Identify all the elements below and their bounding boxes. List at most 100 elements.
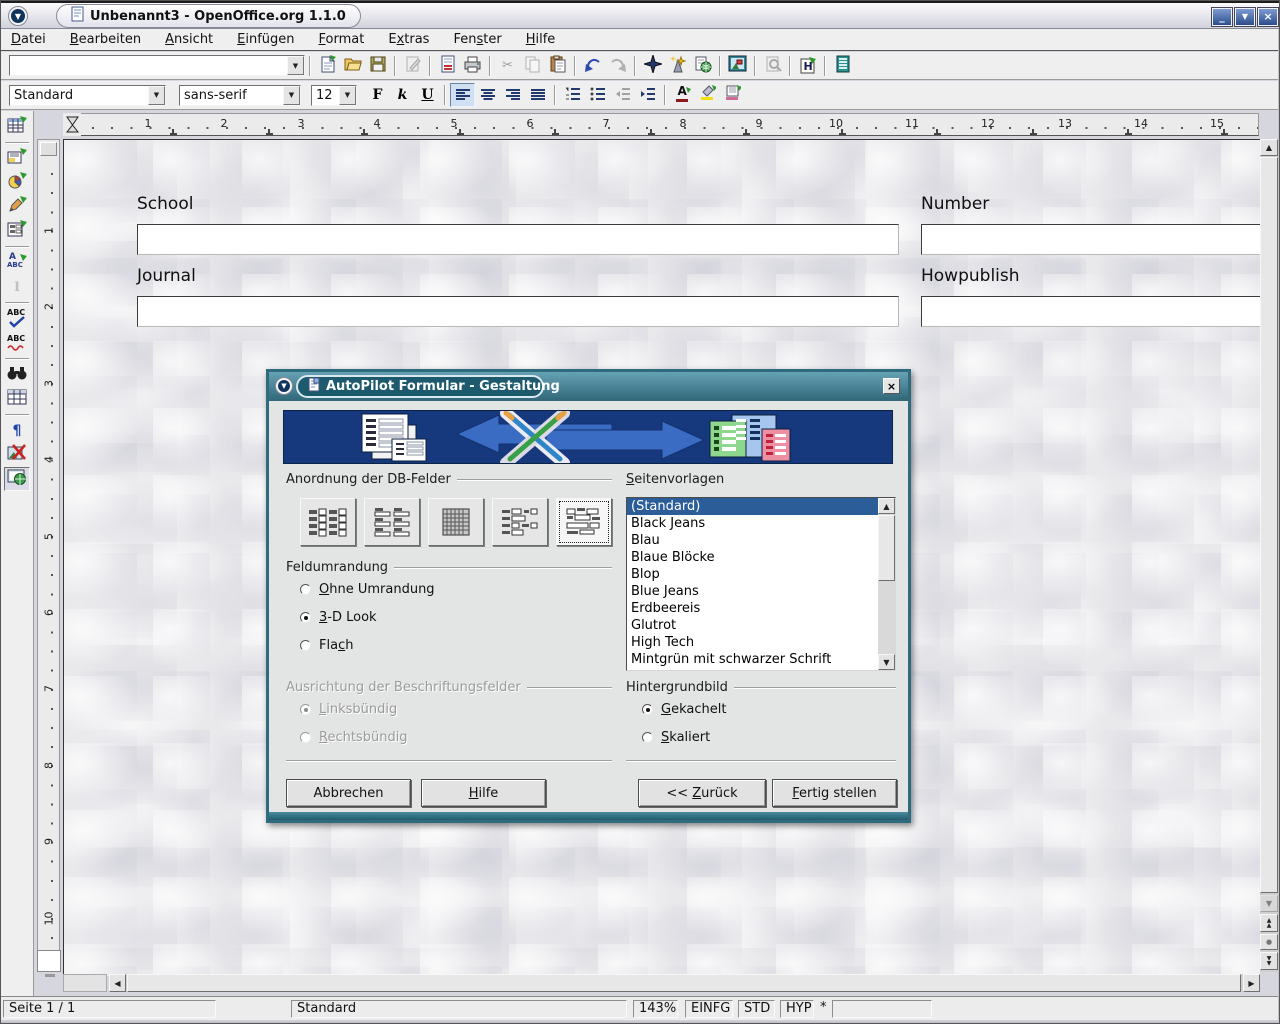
horizontal-ruler[interactable]: 1 2 3 4 5 6 7 8 9 10 11 12 13 14 15 [63, 113, 1259, 136]
gallery-button[interactable] [725, 54, 750, 78]
insert-table-button[interactable] [4, 115, 30, 139]
fertig-stellen-button[interactable]: Fertig stellen [772, 779, 897, 807]
size-dropdown-icon[interactable]: ▼ [339, 86, 356, 105]
list-item[interactable]: Blop [627, 566, 879, 583]
radio-flach[interactable]: Flach [300, 638, 353, 653]
status-zoom[interactable]: 143% [633, 1000, 678, 1018]
arrangement-option-columns-labels-top[interactable] [364, 498, 420, 546]
font-name-combobox[interactable]: sans-serif▼ [179, 85, 301, 106]
url-combobox[interactable]: ▼ [9, 55, 305, 76]
window-menu-button[interactable]: ▼ [8, 6, 28, 26]
nonprinting-characters-button[interactable]: ¶ [4, 419, 30, 443]
increase-indent-button[interactable] [635, 83, 660, 107]
vertical-scrollbar[interactable]: ▲ ▼ ▲▲ ● ▼▼ [1260, 139, 1278, 972]
font-color-button[interactable]: A [670, 83, 695, 107]
status-selection-mode[interactable]: STD [738, 1000, 775, 1018]
print-file-button[interactable] [460, 54, 485, 78]
images-on-off-button[interactable] [4, 443, 30, 467]
field-input-journal[interactable] [137, 296, 899, 327]
horizontal-scroll-thumb[interactable] [127, 974, 1241, 992]
menu-hilfe[interactable]: Hilfe [526, 32, 556, 47]
field-input-howpublish[interactable] [921, 296, 1280, 327]
list-scroll-up-button[interactable]: ▲ [878, 498, 895, 514]
hyperlink-dialog-button[interactable] [690, 54, 715, 78]
list-item[interactable]: Black Jeans [627, 515, 879, 532]
dialog-title-bar[interactable]: ▼ AutoPilot Formular - Gestaltung × [269, 372, 908, 401]
export-pdf-button[interactable] [435, 54, 460, 78]
menu-bearbeiten[interactable]: Bearbeiten [70, 32, 141, 47]
field-input-number[interactable] [921, 224, 1280, 255]
align-left-button[interactable] [450, 83, 475, 107]
align-right-button[interactable] [500, 83, 525, 107]
font-size-combobox[interactable]: 12▼ [311, 85, 357, 106]
field-input-school[interactable] [137, 224, 899, 255]
list-item[interactable]: High Tech [627, 634, 879, 651]
dialog-close-button[interactable]: × [883, 378, 900, 394]
menu-format[interactable]: Format [319, 32, 365, 47]
italic-button[interactable]: k [390, 83, 415, 107]
list-scrollbar[interactable]: ▲ ▼ [878, 498, 895, 670]
split-handle[interactable] [45, 974, 55, 977]
arrangement-option-rows-labels-left[interactable] [492, 498, 548, 546]
vertical-ruler[interactable]: 1 2 3 4 5 6 7 8 9 10 [37, 139, 60, 951]
url-dropdown-icon[interactable]: ▼ [287, 56, 304, 75]
find-replace-button[interactable] [4, 363, 30, 387]
minimize-button[interactable]: _ [1212, 8, 1232, 26]
navigator-button[interactable] [640, 54, 665, 78]
status-page-style[interactable]: Standard [291, 1000, 627, 1018]
online-layout-button[interactable] [4, 467, 30, 491]
insert-fields-button[interactable]: AABC [4, 251, 30, 275]
scroll-right-button[interactable]: ▶ [1243, 974, 1260, 992]
draw-functions-button[interactable] [4, 195, 30, 219]
data-sources-button[interactable] [830, 54, 855, 78]
page-styles-listbox[interactable]: (Standard) Black Jeans Blau Blaue Blöcke… [626, 497, 896, 671]
spellcheck-button[interactable]: ABC [4, 307, 30, 331]
cut-button[interactable]: ✂ [495, 54, 520, 78]
title-bar[interactable]: ▼ Unbenannt3 - OpenOffice.org 1.1.0 _ ▼ … [1, 1, 1280, 29]
list-item[interactable]: Glutrot [627, 617, 879, 634]
highlighting-button[interactable] [695, 83, 720, 107]
undo-button[interactable] [580, 54, 605, 78]
list-scroll-down-button[interactable]: ▼ [878, 654, 895, 670]
next-page-button[interactable]: ▼▼ [1260, 952, 1278, 970]
font-dropdown-icon[interactable]: ▼ [283, 86, 300, 105]
radio-skaliert[interactable]: Skaliert [642, 730, 710, 745]
menu-datei[interactable]: Datei [11, 32, 46, 47]
tab-stop-selector[interactable] [63, 113, 81, 136]
radio-gekachelt[interactable]: Gekachelt [642, 702, 726, 717]
edit-file-button[interactable] [400, 54, 425, 78]
arrangement-option-free-blocks[interactable] [556, 498, 612, 546]
insert-index-button[interactable]: I [4, 275, 30, 299]
menu-fenster[interactable]: Fenster [453, 32, 501, 47]
underline-button[interactable]: U [415, 83, 440, 107]
maximize-button[interactable]: ▼ [1235, 8, 1255, 26]
menu-einfuegen[interactable]: Einfügen [237, 32, 294, 47]
navigation-button[interactable]: ● [1260, 934, 1278, 950]
justify-button[interactable] [525, 83, 550, 107]
list-item[interactable]: (Standard) [627, 498, 879, 515]
status-hyperlink-mode[interactable]: HYP [780, 1000, 814, 1018]
list-item[interactable]: Mintgrün mit schwarzer Schrift [627, 651, 879, 668]
new-document-button[interactable] [315, 54, 340, 78]
hilfe-button[interactable]: Hilfe [421, 779, 546, 807]
list-item[interactable]: Blaue Blöcke [627, 549, 879, 566]
arrangement-option-columns-labels-left[interactable] [300, 498, 356, 546]
radio-3d-look[interactable]: 3-D Look [300, 610, 377, 625]
arrangement-option-as-data-sheet[interactable] [428, 498, 484, 546]
radio-ohne-umrandung[interactable]: Ohne Umrandung [300, 582, 435, 597]
style-dropdown-icon[interactable]: ▼ [148, 86, 165, 105]
abbrechen-button[interactable]: Abbrechen [286, 779, 411, 807]
menu-ansicht[interactable]: Ansicht [165, 32, 213, 47]
background-color-button[interactable] [720, 83, 745, 107]
paste-button[interactable] [545, 54, 570, 78]
save-document-button[interactable] [365, 54, 390, 78]
list-item[interactable]: Blau [627, 532, 879, 549]
dialog-window-menu-button[interactable]: ▼ [275, 377, 293, 395]
status-insert-mode[interactable]: EINFG [685, 1000, 733, 1018]
numbered-list-button[interactable] [560, 83, 585, 107]
auto-spellcheck-button[interactable]: ABC [4, 331, 30, 355]
decrease-indent-button[interactable] [610, 83, 635, 107]
align-center-button[interactable] [475, 83, 500, 107]
list-item[interactable]: Erdbeereis [627, 600, 879, 617]
open-document-button[interactable] [340, 54, 365, 78]
